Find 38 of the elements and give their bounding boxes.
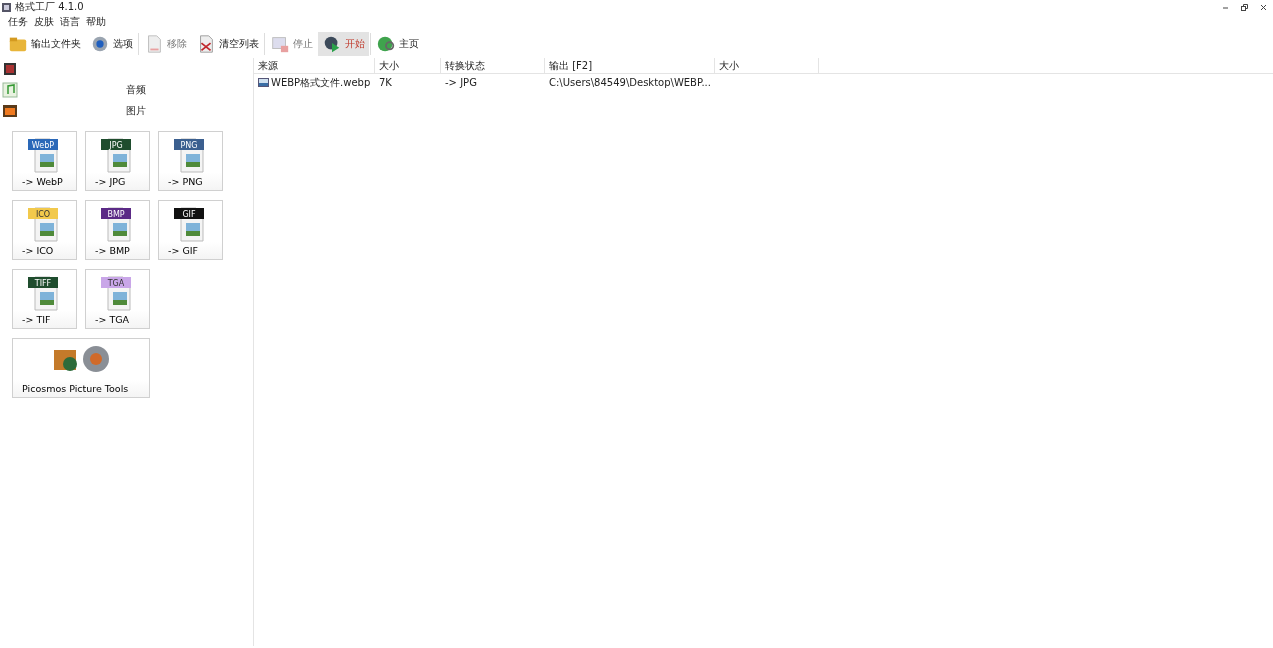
format-tile[interactable]: TIFF -> TIF: [12, 269, 77, 329]
window-title: 格式工厂 4.1.0: [15, 0, 84, 14]
toolbar-button[interactable]: 清空列表: [192, 32, 263, 56]
table-cell-text: C:\Users\84549\Desktop\WEBP...: [548, 77, 712, 88]
table-cell-text: 7K: [378, 77, 393, 88]
column-header[interactable]: 输出 [F2]: [545, 58, 715, 74]
menu-item[interactable]: 语言: [60, 15, 80, 29]
table-cell: WEBP格式文件.webp: [271, 75, 371, 90]
toolbar-button[interactable]: 主页: [372, 32, 423, 56]
column-header[interactable]: 来源: [254, 58, 375, 74]
menu-item[interactable]: 任务: [8, 15, 28, 29]
format-tile[interactable]: TGA -> TGA: [85, 269, 150, 329]
format-tile[interactable]: Picosmos Picture Tools: [12, 338, 150, 398]
column-header[interactable]: 大小: [715, 58, 819, 74]
toolbar-button[interactable]: 选项: [86, 32, 137, 56]
picture-icon[interactable]: [2, 102, 18, 119]
app-icon: [2, 2, 11, 12]
restore-icon[interactable]: [1241, 3, 1248, 11]
table-cell-text: -> JPG: [444, 77, 478, 88]
format-tile[interactable]: GIF -> GIF: [158, 200, 223, 260]
column-header[interactable]: 大小: [375, 58, 441, 74]
category-label[interactable]: 图片: [126, 103, 146, 118]
stop-icon: [270, 34, 290, 54]
format-tile[interactable]: WebP -> WebP: [12, 131, 77, 191]
format-tile[interactable]: JPG -> JPG: [85, 131, 150, 191]
home-icon: [376, 34, 396, 54]
start-icon: [322, 34, 342, 54]
format-tile[interactable]: PNG -> PNG: [158, 131, 223, 191]
close-icon[interactable]: [1260, 3, 1267, 11]
image-file-icon: [258, 78, 269, 87]
menu-item[interactable]: 帮助: [86, 15, 106, 29]
category-label[interactable]: 音频: [126, 82, 146, 97]
column-header[interactable]: 转换状态: [441, 58, 545, 74]
menu-item[interactable]: 皮肤: [34, 15, 54, 29]
toolbar-button[interactable]: 输出文件夹: [4, 32, 85, 56]
format-tile[interactable]: BMP -> BMP: [85, 200, 150, 260]
format-tile[interactable]: ICO -> ICO: [12, 200, 77, 260]
toolbar-button[interactable]: 开始: [318, 32, 369, 56]
